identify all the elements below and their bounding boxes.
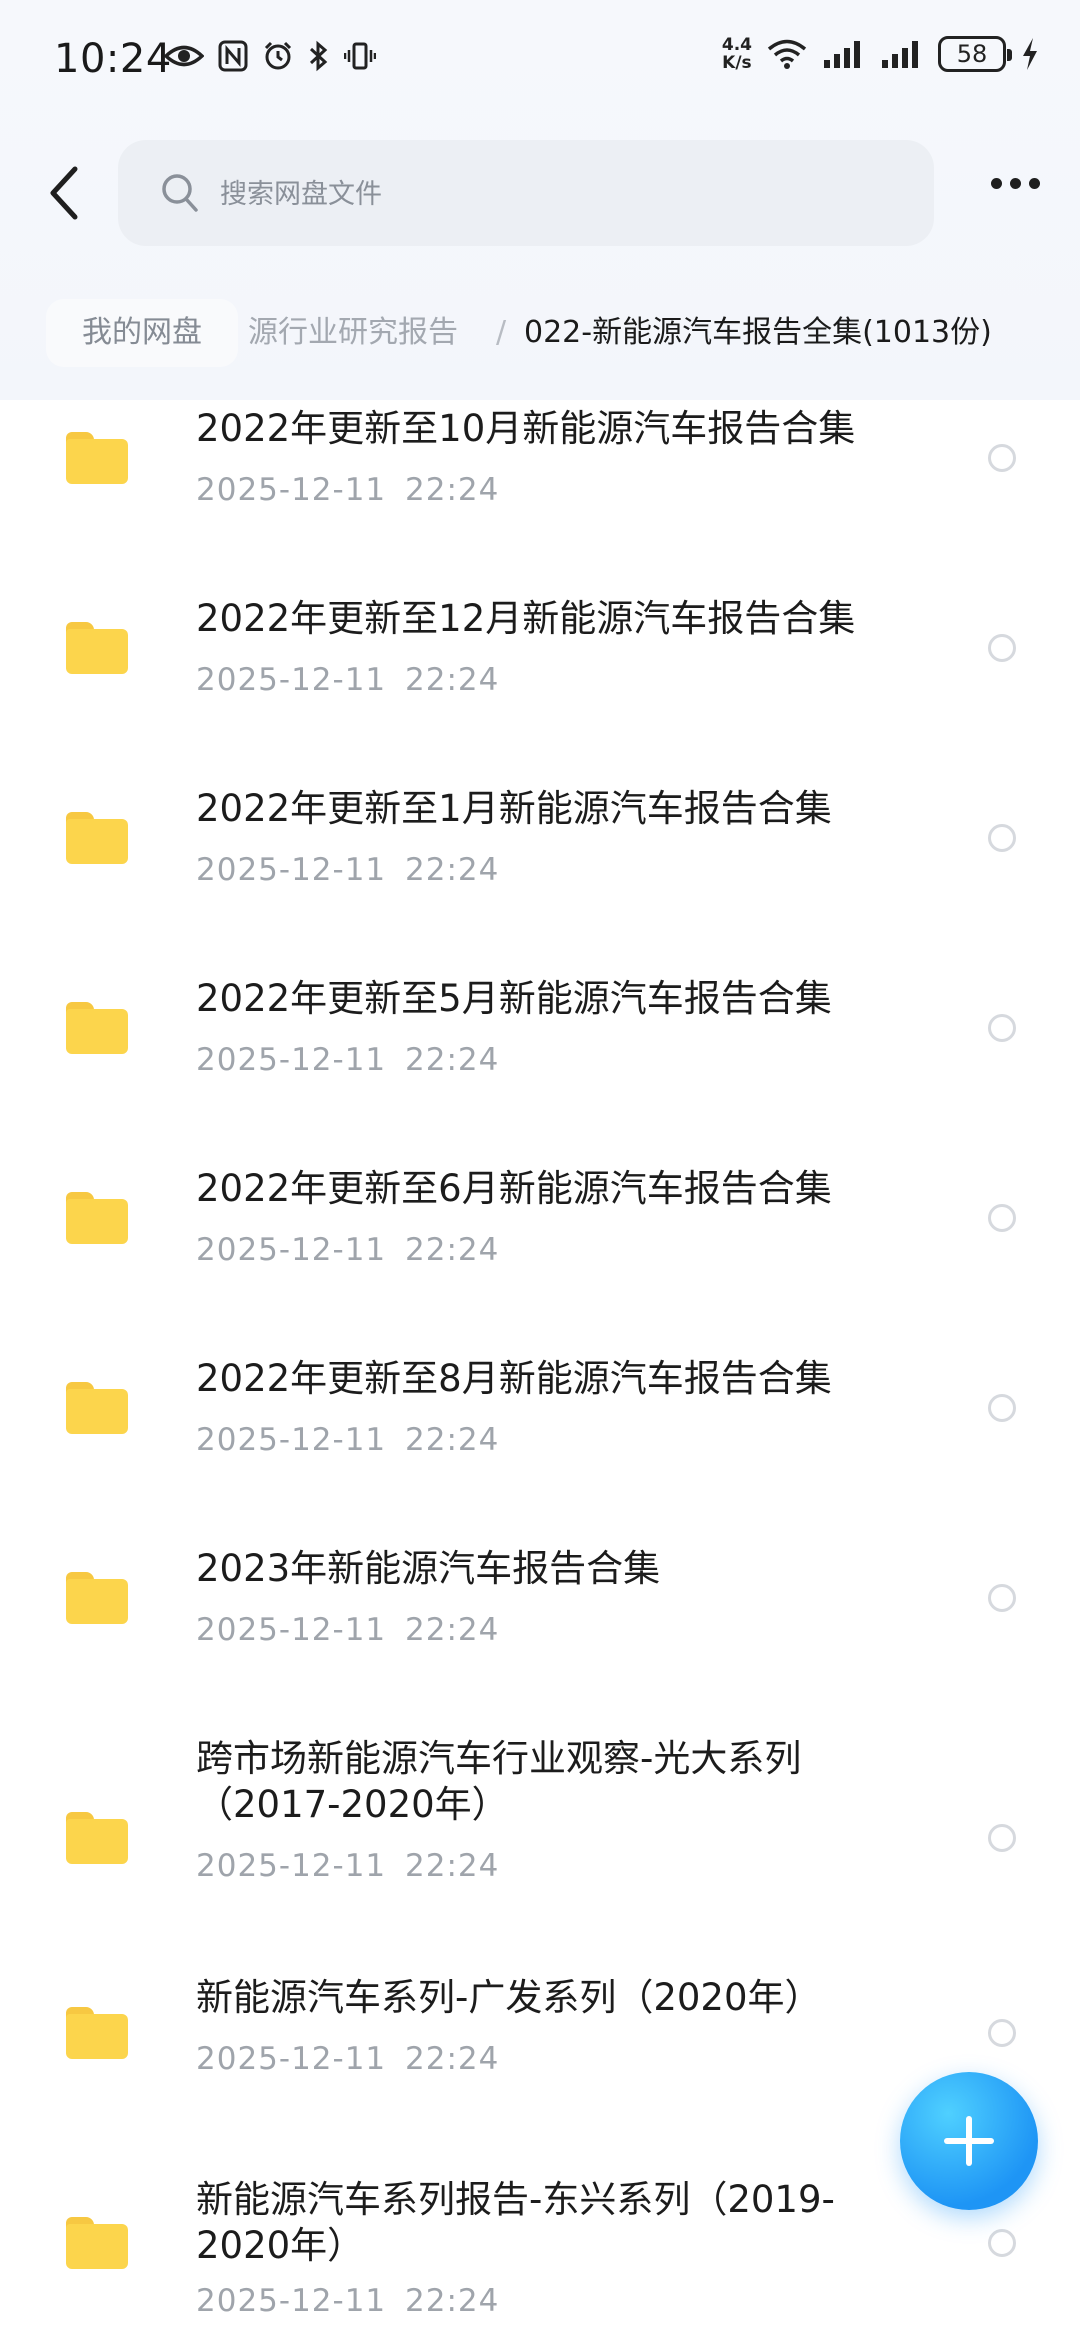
folder-icon xyxy=(66,2007,128,2059)
file-date: 2025-12-11 22:24 xyxy=(196,852,500,888)
dot-icon xyxy=(991,178,1002,189)
file-date: 2025-12-11 22:24 xyxy=(196,1042,500,1078)
dot-icon xyxy=(1010,178,1021,189)
status-icons-right: 4.4 K/s 58 xyxy=(722,36,1040,72)
select-checkbox[interactable] xyxy=(988,1824,1016,1852)
select-checkbox[interactable] xyxy=(988,2019,1016,2047)
status-time: 10:24 xyxy=(54,36,172,82)
network-speed: 4.4 K/s xyxy=(722,36,752,72)
select-checkbox[interactable] xyxy=(988,1014,1016,1042)
folder-icon xyxy=(66,1572,128,1624)
file-date: 2025-12-11 22:24 xyxy=(196,2283,500,2319)
list-item[interactable]: 2022年更新至10月新能源汽车报告合集 2025-12-11 22:24 xyxy=(0,400,1080,590)
file-date: 2025-12-11 22:24 xyxy=(196,1422,500,1458)
select-checkbox[interactable] xyxy=(988,634,1016,662)
folder-icon xyxy=(66,432,128,484)
more-options-button[interactable] xyxy=(991,178,1040,189)
search-placeholder: 搜索网盘文件 xyxy=(220,179,382,210)
file-list: 2022年更新至10月新能源汽车报告合集 2025-12-11 22:24 20… xyxy=(0,400,1080,2331)
eye-icon xyxy=(164,45,204,67)
list-item[interactable]: 2022年更新至8月新能源汽车报告合集 2025-12-11 22:24 xyxy=(0,1350,1080,1540)
status-bar: 10:24 4.4 K/s 58 xyxy=(0,0,1080,124)
folder-icon xyxy=(66,622,128,674)
breadcrumb-separator: / xyxy=(496,315,507,350)
list-item[interactable]: 2022年更新至1月新能源汽车报告合集 2025-12-11 22:24 xyxy=(0,780,1080,970)
header: 搜索网盘文件 xyxy=(0,138,1080,248)
folder-icon xyxy=(66,2217,128,2269)
vibrate-icon xyxy=(344,42,376,70)
battery-indicator: 58 xyxy=(938,36,1012,72)
file-name: 2022年更新至5月新能源汽车报告合集 xyxy=(196,977,832,1020)
signal-icon xyxy=(824,41,860,68)
file-date: 2025-12-11 22:24 xyxy=(196,1612,500,1648)
select-checkbox[interactable] xyxy=(988,1204,1016,1232)
select-checkbox[interactable] xyxy=(988,2229,1016,2257)
file-date: 2025-12-11 22:24 xyxy=(196,1848,500,1884)
list-item[interactable]: 2022年更新至5月新能源汽车报告合集 2025-12-11 22:24 xyxy=(0,970,1080,1160)
breadcrumb-parent[interactable]: 源行业研究报告 xyxy=(248,299,458,367)
file-date: 2025-12-11 22:24 xyxy=(196,1232,500,1268)
select-checkbox[interactable] xyxy=(988,824,1016,852)
signal-icon xyxy=(882,41,918,68)
file-name: 2023年新能源汽车报告合集 xyxy=(196,1547,661,1590)
file-name: 2022年更新至1月新能源汽车报告合集 xyxy=(196,787,832,830)
back-button[interactable] xyxy=(36,158,92,228)
file-name: 新能源汽车系列报告-东兴系列（2019-2020年） xyxy=(196,2178,835,2267)
bluetooth-icon xyxy=(309,40,328,72)
folder-icon xyxy=(66,1812,128,1864)
network-speed-value: 4.4 xyxy=(721,35,752,55)
dot-icon xyxy=(1029,178,1040,189)
file-browser-screen: 10:24 4.4 K/s 58 搜索网盘文件 我的网盘 源行业研究报告 / 0… xyxy=(0,0,1080,2331)
status-icons-left xyxy=(164,40,376,72)
file-name: 2022年更新至6月新能源汽车报告合集 xyxy=(196,1167,832,1210)
folder-icon xyxy=(66,1192,128,1244)
add-button[interactable] xyxy=(900,2072,1038,2210)
network-speed-unit: K/s xyxy=(722,53,752,73)
file-name: 2022年更新至8月新能源汽车报告合集 xyxy=(196,1357,832,1400)
breadcrumb: 我的网盘 源行业研究报告 / 022-新能源汽车报告全集(1013份) xyxy=(0,295,1080,373)
breadcrumb-current: 022-新能源汽车报告全集(1013份) xyxy=(524,315,992,350)
list-item[interactable]: 2022年更新至12月新能源汽车报告合集 2025-12-11 22:24 xyxy=(0,590,1080,780)
wifi-icon xyxy=(767,39,807,69)
nfc-icon xyxy=(218,40,248,72)
file-date: 2025-12-11 22:24 xyxy=(196,2041,500,2077)
file-date: 2025-12-11 22:24 xyxy=(196,472,500,508)
file-name: 2022年更新至10月新能源汽车报告合集 xyxy=(196,407,856,450)
folder-icon xyxy=(66,812,128,864)
search-input[interactable]: 搜索网盘文件 xyxy=(118,140,934,246)
folder-icon xyxy=(66,1002,128,1054)
alarm-icon xyxy=(264,41,292,70)
list-item[interactable]: 2023年新能源汽车报告合集 2025-12-11 22:24 xyxy=(0,1540,1080,1730)
back-arrow-icon xyxy=(50,166,78,220)
breadcrumb-root[interactable]: 我的网盘 xyxy=(46,299,238,367)
list-item[interactable]: 2022年更新至6月新能源汽车报告合集 2025-12-11 22:24 xyxy=(0,1160,1080,1350)
list-item[interactable]: 跨市场新能源汽车行业观察-光大系列（2017-2020年） 2025-12-11… xyxy=(0,1730,1080,1965)
folder-icon xyxy=(66,1382,128,1434)
file-name: 2022年更新至12月新能源汽车报告合集 xyxy=(196,597,856,640)
select-checkbox[interactable] xyxy=(988,444,1016,472)
select-checkbox[interactable] xyxy=(988,1394,1016,1422)
file-name: 新能源汽车系列-广发系列（2020年） xyxy=(196,1976,822,2019)
search-icon xyxy=(162,174,198,212)
select-checkbox[interactable] xyxy=(988,1584,1016,1612)
charging-icon xyxy=(1023,38,1037,70)
file-name: 跨市场新能源汽车行业观察-光大系列（2017-2020年） xyxy=(196,1737,802,1826)
file-date: 2025-12-11 22:24 xyxy=(196,662,500,698)
